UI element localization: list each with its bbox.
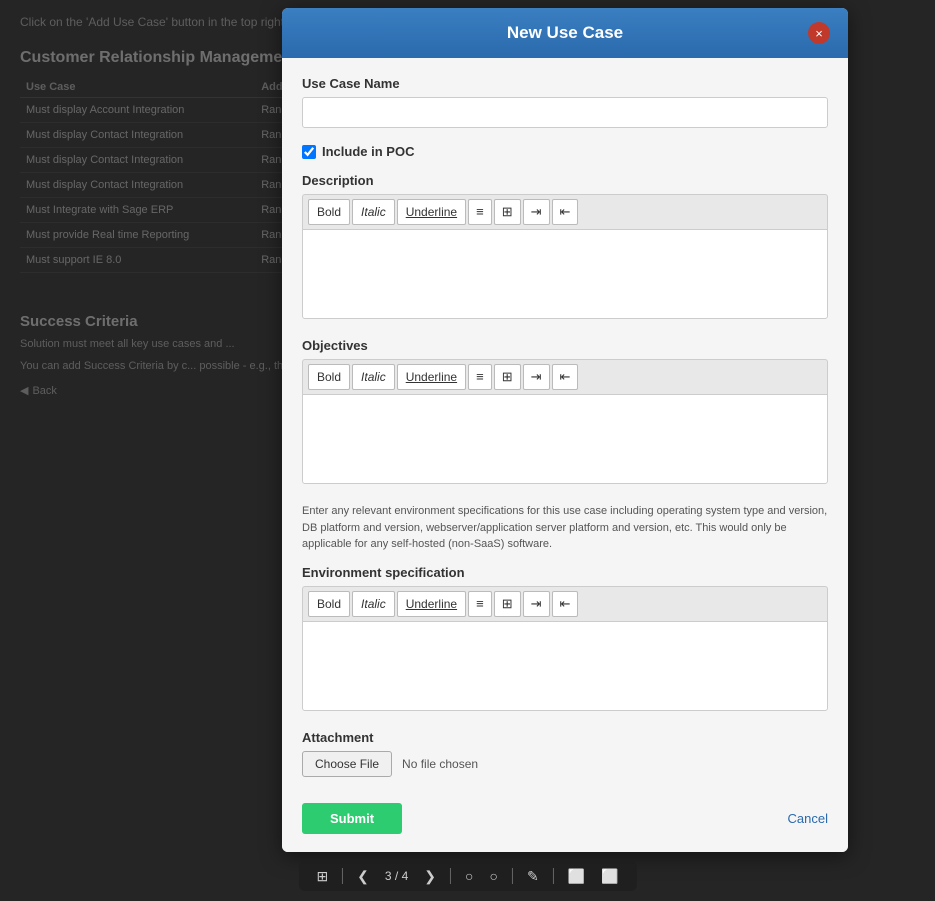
toolbar-circle1-btn[interactable]: ○ <box>461 867 477 885</box>
env-spec-group: Environment specification Bold Italic Un… <box>302 565 828 714</box>
attachment-row: Choose File No file chosen <box>302 751 828 777</box>
objectives-outdent-btn[interactable]: ⇤ <box>552 364 579 390</box>
toolbar-grid-btn[interactable]: ⊞ <box>312 867 332 885</box>
toolbar-separator-1 <box>342 868 343 884</box>
modal-close-button[interactable]: × <box>808 22 830 44</box>
description-bold-btn[interactable]: Bold <box>308 199 350 225</box>
toolbar-separator-4 <box>553 868 554 884</box>
description-group: Description Bold Italic Underline ≡ ⊞ ⇥ … <box>302 173 828 322</box>
toolbar-next-btn[interactable]: ❯ <box>420 867 440 885</box>
objectives-grid-btn[interactable]: ⊞ <box>494 364 521 390</box>
objectives-editor[interactable] <box>302 394 828 484</box>
attachment-label: Attachment <box>302 730 828 745</box>
attachment-group: Attachment Choose File No file chosen <box>302 730 828 777</box>
objectives-indent-btn[interactable]: ⇥ <box>523 364 550 390</box>
description-outdent-btn[interactable]: ⇤ <box>552 199 579 225</box>
description-editor[interactable] <box>302 229 828 319</box>
toolbar-separator-2 <box>450 868 451 884</box>
page-indicator: 3 / 4 <box>381 869 412 883</box>
objectives-toolbar: Bold Italic Underline ≡ ⊞ ⇥ ⇤ <box>302 359 828 394</box>
use-case-name-input[interactable] <box>302 97 828 128</box>
env-grid-btn[interactable]: ⊞ <box>494 591 521 617</box>
objectives-underline-btn[interactable]: Underline <box>397 364 466 390</box>
env-bold-btn[interactable]: Bold <box>308 591 350 617</box>
toolbar-box1-btn[interactable]: ⬜ <box>564 867 589 885</box>
use-case-name-group: Use Case Name <box>302 76 828 128</box>
env-spec-label: Environment specification <box>302 565 828 580</box>
env-spec-editor[interactable] <box>302 621 828 711</box>
toolbar-prev-btn[interactable]: ❮ <box>353 867 373 885</box>
toolbar-separator-3 <box>512 868 513 884</box>
submit-button[interactable]: Submit <box>302 803 402 834</box>
new-use-case-modal: New Use Case × Use Case Name Include in … <box>282 8 848 852</box>
env-spec-toolbar: Bold Italic Underline ≡ ⊞ ⇥ ⇤ <box>302 586 828 621</box>
toolbar-box2-btn[interactable]: ⬜ <box>597 867 622 885</box>
description-grid-btn[interactable]: ⊞ <box>494 199 521 225</box>
objectives-label: Objectives <box>302 338 828 353</box>
description-underline-btn[interactable]: Underline <box>397 199 466 225</box>
env-info-text: Enter any relevant environment specifica… <box>302 503 828 553</box>
use-case-name-label: Use Case Name <box>302 76 828 91</box>
objectives-group: Objectives Bold Italic Underline ≡ ⊞ ⇥ ⇤ <box>302 338 828 487</box>
cancel-button[interactable]: Cancel <box>788 811 828 826</box>
description-indent-btn[interactable]: ⇥ <box>523 199 550 225</box>
env-indent-btn[interactable]: ⇥ <box>523 591 550 617</box>
choose-file-button[interactable]: Choose File <box>302 751 392 777</box>
description-italic-btn[interactable]: Italic <box>352 199 395 225</box>
description-toolbar: Bold Italic Underline ≡ ⊞ ⇥ ⇤ <box>302 194 828 229</box>
include-poc-checkbox[interactable] <box>302 145 316 159</box>
env-italic-btn[interactable]: Italic <box>352 591 395 617</box>
env-underline-btn[interactable]: Underline <box>397 591 466 617</box>
objectives-list-btn[interactable]: ≡ <box>468 364 492 390</box>
objectives-italic-btn[interactable]: Italic <box>352 364 395 390</box>
description-label: Description <box>302 173 828 188</box>
include-poc-label: Include in POC <box>322 144 414 159</box>
toolbar-circle2-btn[interactable]: ○ <box>485 867 501 885</box>
objectives-bold-btn[interactable]: Bold <box>308 364 350 390</box>
page-toolbar: ⊞ ❮ 3 / 4 ❯ ○ ○ ✎ ⬜ ⬜ <box>298 861 636 891</box>
description-list-btn[interactable]: ≡ <box>468 199 492 225</box>
include-poc-row: Include in POC <box>302 144 828 159</box>
toolbar-pencil-btn[interactable]: ✎ <box>523 867 543 885</box>
env-list-btn[interactable]: ≡ <box>468 591 492 617</box>
modal-header: New Use Case × <box>282 8 848 58</box>
env-outdent-btn[interactable]: ⇤ <box>552 591 579 617</box>
no-file-text: No file chosen <box>402 757 478 771</box>
modal-title: New Use Case <box>322 23 808 43</box>
modal-footer: Submit Cancel <box>302 793 828 834</box>
modal-body: Use Case Name Include in POC Description… <box>282 58 848 852</box>
